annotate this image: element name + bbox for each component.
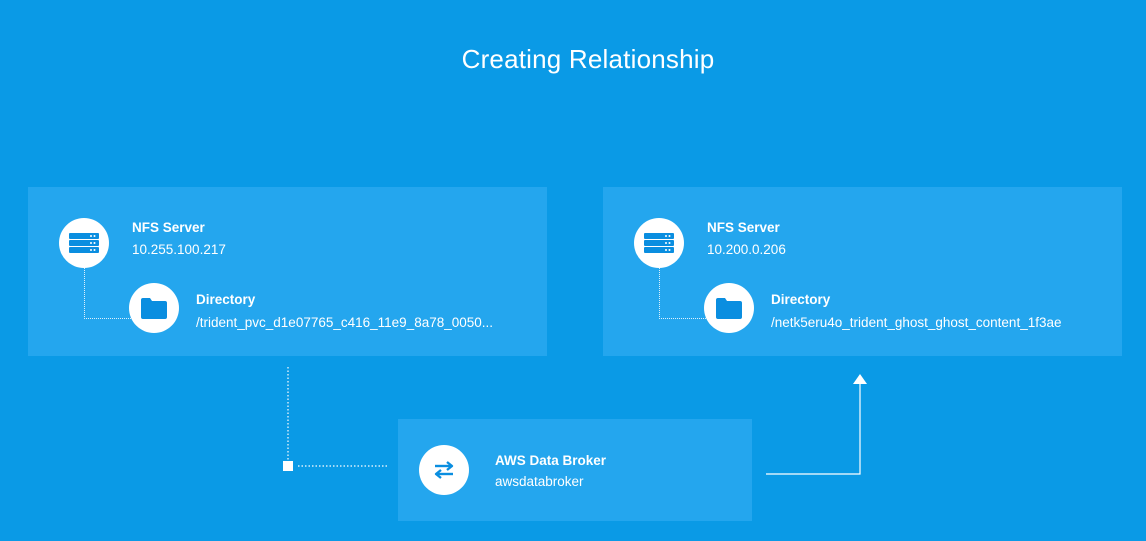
target-arrow-icon <box>853 374 867 384</box>
source-connector-node <box>283 461 293 471</box>
target-connector <box>766 384 861 475</box>
connector-lines <box>283 367 867 475</box>
